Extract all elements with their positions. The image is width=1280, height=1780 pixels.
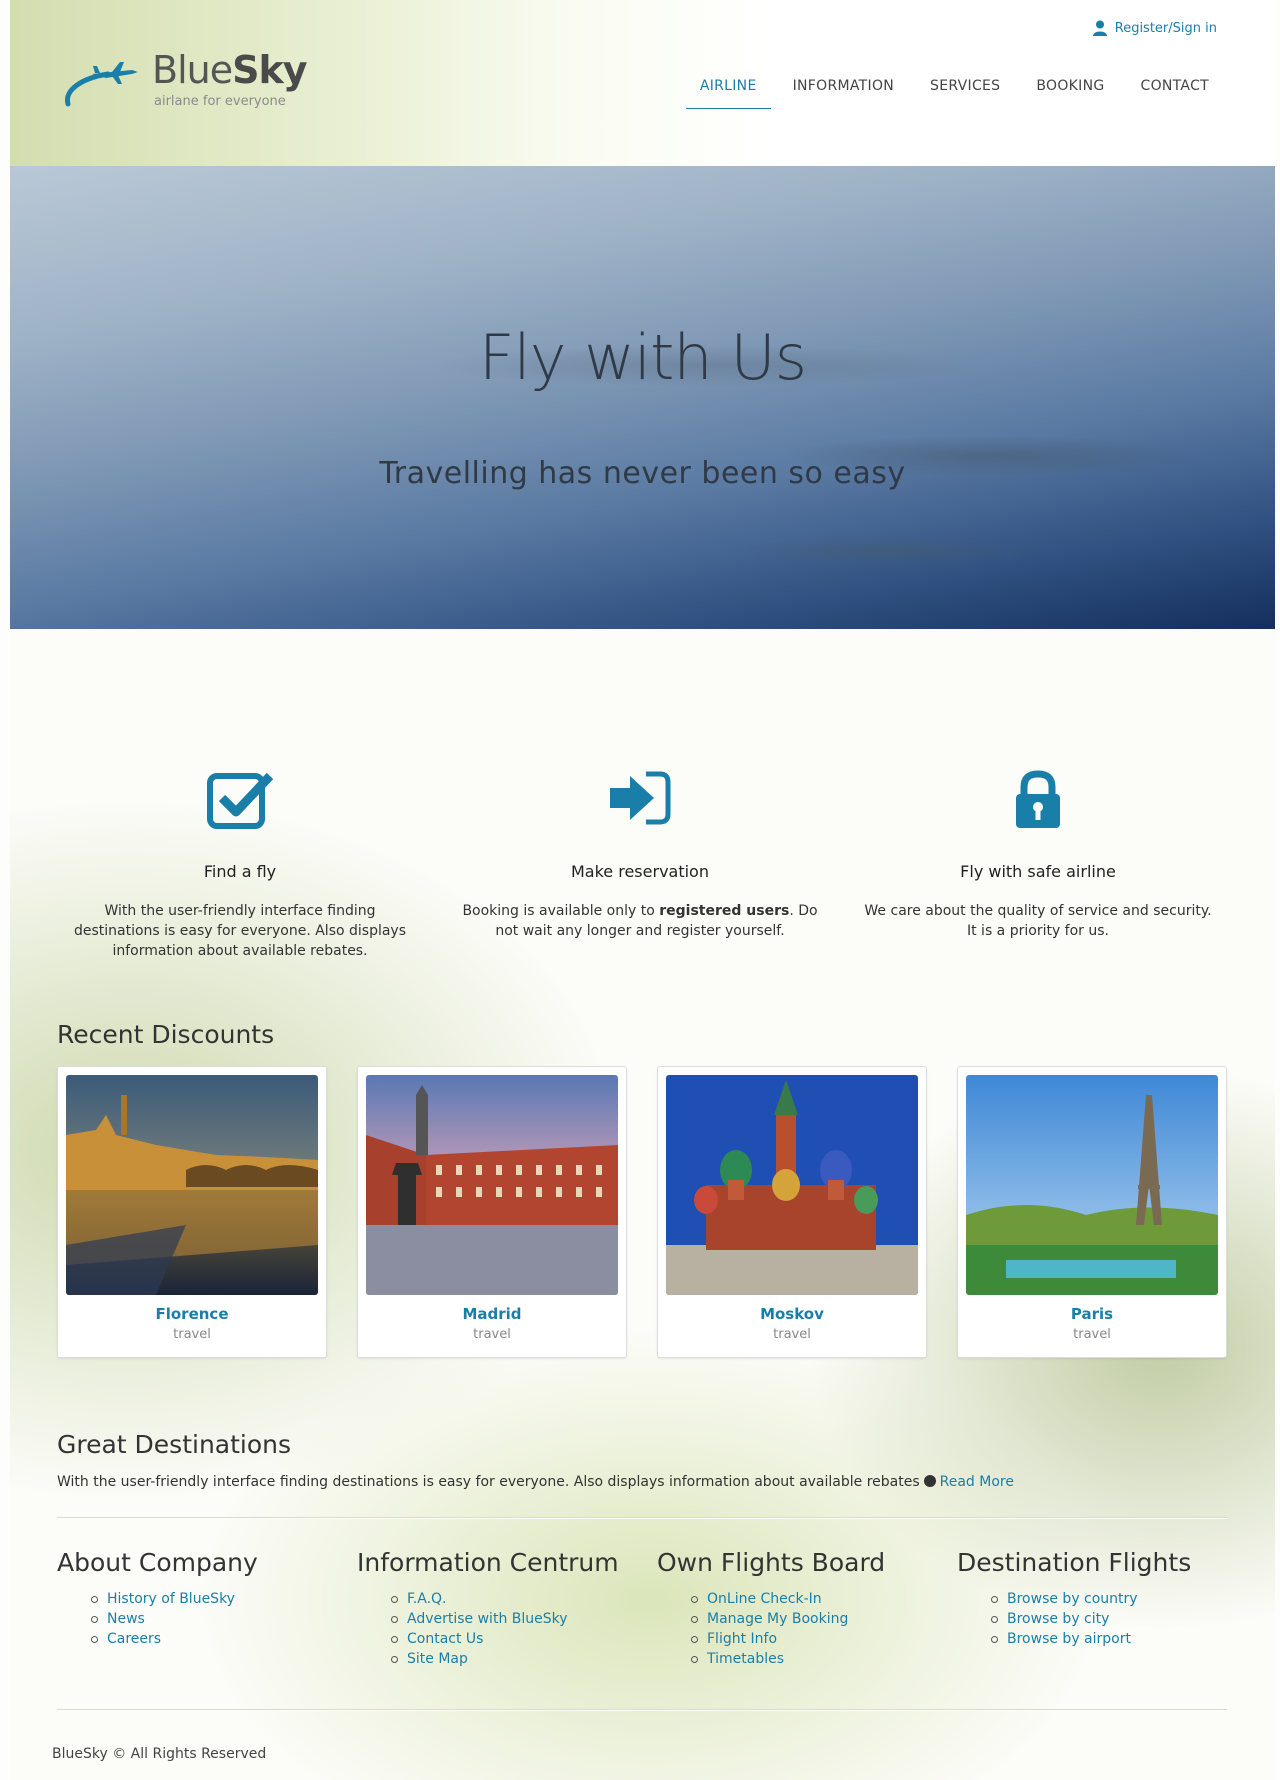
feature-text: Booking is available only to registered …	[462, 903, 818, 939]
link-timetables[interactable]: Timetables	[691, 1649, 937, 1669]
hero-subtitle: Travelling has never been so easy	[379, 456, 906, 491]
card-moskov[interactable]: Moskov travel	[657, 1066, 927, 1358]
great-destinations-text: With the user-friendly interface finding…	[57, 1474, 1014, 1490]
user-icon	[1092, 20, 1107, 36]
register-label: Register/Sign in	[1114, 20, 1217, 36]
nav-booking[interactable]: BOOKING	[1022, 72, 1118, 109]
feature-title: Make reservation	[571, 862, 709, 881]
florence-photo	[66, 1075, 318, 1295]
logo-name: BlueSky	[152, 48, 308, 92]
col-destination-flights: Destination Flights Browse by country Br…	[957, 1548, 1237, 1649]
link-online-checkin[interactable]: OnLine Check-In	[691, 1589, 937, 1609]
moskov-photo	[666, 1075, 918, 1295]
recent-discounts-title: Recent Discounts	[57, 1020, 275, 1049]
card-subtitle: travel	[173, 1327, 211, 1342]
link-news[interactable]: News	[91, 1609, 337, 1629]
feature-find-a-fly: Find a fly With the user-friendly interf…	[60, 770, 420, 961]
copyright: BlueSky © All Rights Reserved	[52, 1746, 267, 1762]
read-more-link[interactable]: Read More	[940, 1474, 1014, 1490]
discount-cards: Florence travel Madrid travel Moskov tra…	[57, 1066, 1227, 1358]
feature-title: Fly with safe airline	[960, 862, 1116, 881]
card-city-name: Florence	[155, 1305, 229, 1323]
col-title: Own Flights Board	[657, 1548, 886, 1577]
card-city-name: Paris	[1070, 1305, 1114, 1323]
main-nav: AIRLINE INFORMATION SERVICES BOOKING CON…	[678, 72, 1223, 109]
sign-in-icon	[610, 771, 671, 825]
feature-text: We care about the quality of service and…	[864, 903, 1212, 939]
hero-banner: Fly with Us Travelling has never been so…	[10, 166, 1275, 629]
link-browse-airport[interactable]: Browse by airport	[991, 1629, 1237, 1649]
card-city-name: Moskov	[760, 1305, 824, 1323]
card-city-name: Madrid	[462, 1305, 522, 1323]
col-title: Destination Flights	[957, 1548, 1192, 1577]
bullet-icon	[923, 1475, 936, 1487]
link-browse-country[interactable]: Browse by country	[991, 1589, 1237, 1609]
checkbox-icon	[207, 772, 274, 829]
link-careers[interactable]: Careers	[91, 1629, 337, 1649]
col-information-centrum: Information Centrum F.A.Q. Advertise wit…	[357, 1548, 637, 1669]
lock-icon	[1016, 770, 1060, 828]
hero-title: Fly with Us	[478, 321, 807, 394]
link-faq[interactable]: F.A.Q.	[391, 1589, 637, 1609]
divider	[57, 1517, 1227, 1519]
col-title: About Company	[57, 1548, 258, 1577]
feature-safe-airline: Fly with safe airline We care about the …	[858, 770, 1218, 941]
card-florence[interactable]: Florence travel	[57, 1066, 327, 1358]
link-manage-booking[interactable]: Manage My Booking	[691, 1609, 937, 1629]
card-subtitle: travel	[1073, 1327, 1111, 1342]
logo-tagline: airlane for everyone	[154, 94, 286, 109]
paris-photo	[966, 1075, 1218, 1295]
col-about-company: About Company History of BlueSky News Ca…	[57, 1548, 337, 1649]
link-browse-city[interactable]: Browse by city	[991, 1609, 1237, 1629]
feature-make-reservation: Make reservation Booking is available on…	[460, 770, 820, 941]
nav-services[interactable]: SERVICES	[916, 72, 1014, 109]
link-contact-us[interactable]: Contact Us	[391, 1629, 637, 1649]
nav-information[interactable]: INFORMATION	[779, 72, 908, 109]
card-subtitle: travel	[473, 1327, 511, 1342]
site-header: BlueSky airlane for everyone Register/Si…	[10, 0, 1275, 167]
logo[interactable]: BlueSky airlane for everyone	[62, 46, 308, 116]
link-site-map[interactable]: Site Map	[391, 1649, 637, 1669]
great-destinations-title: Great Destinations	[57, 1430, 292, 1459]
link-advertise[interactable]: Advertise with BlueSky	[391, 1609, 637, 1629]
link-flight-info[interactable]: Flight Info	[691, 1629, 937, 1649]
card-madrid[interactable]: Madrid travel	[357, 1066, 627, 1358]
plane-logo-icon	[65, 62, 138, 107]
nav-airline[interactable]: AIRLINE	[685, 72, 771, 109]
madrid-photo	[366, 1075, 618, 1295]
col-title: Information Centrum	[357, 1548, 619, 1577]
card-paris[interactable]: Paris travel	[957, 1066, 1227, 1358]
nav-contact[interactable]: CONTACT	[1127, 72, 1224, 109]
divider	[57, 1709, 1227, 1711]
register-signin-link[interactable]: Register/Sign in	[1092, 20, 1217, 36]
col-own-flights-board: Own Flights Board OnLine Check-In Manage…	[657, 1548, 937, 1669]
feature-text: With the user-friendly interface finding…	[73, 903, 407, 959]
card-subtitle: travel	[773, 1327, 811, 1342]
feature-title: Find a fly	[203, 862, 277, 881]
link-history[interactable]: History of BlueSky	[91, 1589, 337, 1609]
